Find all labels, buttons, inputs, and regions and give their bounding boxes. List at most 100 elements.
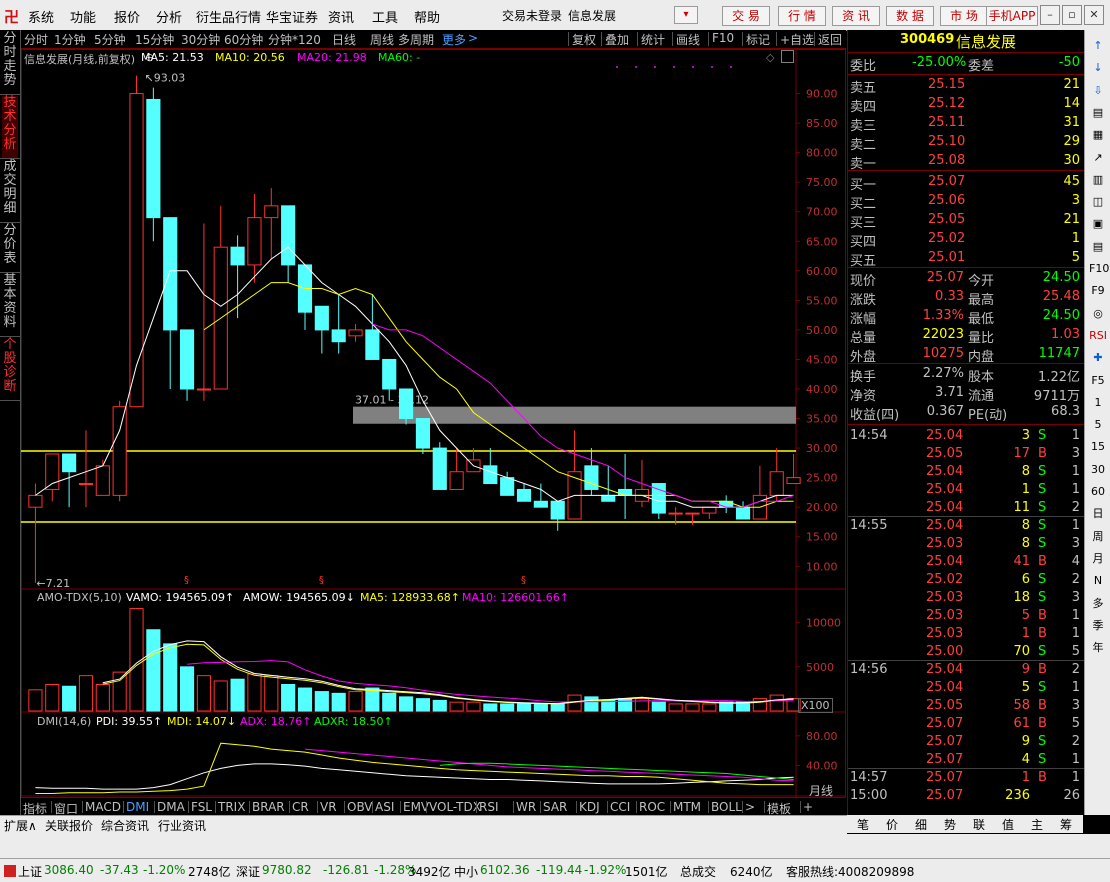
right-tool-9-icon[interactable]: ▤ [1089, 239, 1107, 255]
indicator-tab-13[interactable]: VOL-TDX [429, 800, 481, 814]
menu-item-2[interactable]: 报价 [114, 7, 140, 26]
period-0[interactable]: 分时 [24, 31, 48, 48]
right-tool-18-icon[interactable]: 15 [1089, 439, 1107, 455]
info-tab-0[interactable]: 扩展∧ [4, 817, 37, 834]
menu-item-7[interactable]: 工具 [372, 7, 398, 26]
minimize-icon[interactable]: – [1040, 5, 1060, 25]
right-tool-13-icon[interactable]: RSI [1089, 328, 1107, 344]
indicator-tab-3[interactable]: DMI [126, 800, 149, 814]
kline-chart[interactable]: 90.00 85.00 80.00 75.00 70.00 65.00 60.00 55.00… [21, 49, 846, 809]
buy-level-1[interactable]: 买二 25.06 3 [848, 192, 1084, 212]
indicator-tab-22[interactable]: > [745, 800, 755, 814]
indicator-tab-14[interactable]: RSI [479, 800, 499, 814]
right-tool-27-icon[interactable]: 年 [1089, 640, 1107, 656]
right-tool-6-icon[interactable]: ▥ [1089, 172, 1107, 188]
indicator-tab-15[interactable]: WR [516, 800, 536, 814]
right-tool-8-icon[interactable]: ▣ [1089, 216, 1107, 232]
right-tool-17-icon[interactable]: 5 [1089, 417, 1107, 433]
top-button-2[interactable]: 资 讯 [832, 6, 880, 26]
period-5[interactable]: 60分钟 [224, 31, 263, 48]
buy-level-3[interactable]: 买四 25.02 1 [848, 230, 1084, 250]
indicator-tab-24[interactable]: + [803, 800, 813, 814]
indicator-tab-16[interactable]: SAR [543, 800, 567, 814]
left-tab-0[interactable]: 分时走势 [2, 32, 18, 94]
right-tool-23-icon[interactable]: 月 [1089, 551, 1107, 567]
menu-item-0[interactable]: 系统 [28, 7, 54, 26]
right-tool-1-icon[interactable]: ↓ [1089, 60, 1107, 76]
menu-item-3[interactable]: 分析 [156, 7, 182, 26]
indicator-tab-4[interactable]: DMA [157, 800, 185, 814]
top-button-1[interactable]: 行 情 [778, 6, 826, 26]
close-icon[interactable]: ✕ [1084, 5, 1104, 25]
period-4[interactable]: 30分钟 [181, 31, 220, 48]
buy-level-0[interactable]: 买一 25.07 45 [848, 173, 1084, 193]
right-tool-16-icon[interactable]: 1 [1089, 395, 1107, 411]
buy-level-2[interactable]: 买三 25.05 21 [848, 211, 1084, 231]
right-tool-4-icon[interactable]: ▦ [1089, 127, 1107, 143]
right-tool-11-icon[interactable]: F9 [1089, 283, 1107, 299]
top-button-0[interactable]: 交 易 [722, 6, 770, 26]
left-tab-5[interactable]: 个股诊断 [2, 338, 18, 400]
tool-1[interactable]: 叠加 [605, 31, 629, 48]
right-tool-26-icon[interactable]: 季 [1089, 618, 1107, 634]
sell-level-1[interactable]: 卖四 25.12 14 [848, 95, 1084, 115]
menu-item-6[interactable]: 资讯 [328, 7, 354, 26]
indicator-tab-5[interactable]: FSL [191, 800, 212, 814]
tool-2[interactable]: 统计 [641, 31, 665, 48]
right-tool-15-icon[interactable]: F5 [1089, 373, 1107, 389]
period-3[interactable]: 15分钟 [135, 31, 174, 48]
quote-tab-2[interactable]: 细 [915, 816, 927, 833]
menu-item-5[interactable]: 华宝证券 [266, 7, 318, 26]
info-tab-3[interactable]: 行业资讯 [158, 817, 206, 834]
chart-expand-icon[interactable] [781, 50, 794, 63]
tool-6[interactable]: +自选 [780, 31, 814, 48]
tool-0[interactable]: 复权 [572, 31, 596, 48]
indicator-tab-21[interactable]: BOLL [711, 800, 742, 814]
quote-tab-3[interactable]: 势 [944, 816, 956, 833]
info-tab-2[interactable]: 综合资讯 [101, 817, 149, 834]
right-tool-7-icon[interactable]: ◫ [1089, 194, 1107, 210]
tool-5[interactable]: 标记 [746, 31, 770, 48]
right-tool-25-icon[interactable]: 多 [1089, 596, 1107, 612]
menu-item-1[interactable]: 功能 [70, 7, 96, 26]
quote-tab-4[interactable]: 联 [973, 816, 985, 833]
menu-item-4[interactable]: 衍生品行情 [196, 7, 261, 26]
sell-level-2[interactable]: 卖三 25.11 31 [848, 114, 1084, 134]
right-tool-21-icon[interactable]: 日 [1089, 506, 1107, 522]
right-tool-14-icon[interactable]: ✚ [1089, 350, 1107, 366]
period-7[interactable]: 日线 [332, 31, 356, 48]
menu-item-8[interactable]: 帮助 [414, 7, 440, 26]
indicator-tab-20[interactable]: MTM [673, 800, 701, 814]
tool-4[interactable]: F10 [712, 31, 734, 45]
left-tab-3[interactable]: 分价表 [2, 224, 18, 272]
sell-level-3[interactable]: 卖二 25.10 29 [848, 133, 1084, 153]
right-tool-0-icon[interactable]: ↑ [1089, 38, 1107, 54]
right-tool-19-icon[interactable]: 30 [1089, 462, 1107, 478]
info-tab-1[interactable]: 关联报价 [45, 817, 93, 834]
right-tool-3-icon[interactable]: ▤ [1089, 105, 1107, 121]
tool-3[interactable]: 画线 [676, 31, 700, 48]
quote-tab-7[interactable]: 筹 [1060, 816, 1072, 833]
period-6[interactable]: 分钟*120 [268, 31, 321, 48]
indicator-tab-18[interactable]: CCI [610, 800, 630, 814]
right-tool-22-icon[interactable]: 周 [1089, 529, 1107, 545]
period-1[interactable]: 1分钟 [54, 31, 86, 48]
indicator-tab-9[interactable]: VR [320, 800, 337, 814]
restore-icon[interactable]: ▫ [1062, 5, 1082, 25]
left-tab-2[interactable]: 成交明细 [2, 160, 18, 222]
right-tool-20-icon[interactable]: 60 [1089, 484, 1107, 500]
right-tool-5-icon[interactable]: ↗ [1089, 150, 1107, 166]
right-tool-24-icon[interactable]: N [1089, 573, 1107, 589]
indicator-tab-17[interactable]: KDJ [579, 800, 600, 814]
sell-level-0[interactable]: 卖五 25.15 21 [848, 76, 1084, 96]
right-tool-2-icon[interactable]: ⇩ [1089, 83, 1107, 99]
period-8[interactable]: 周线 [370, 31, 394, 48]
left-tab-4[interactable]: 基本资料 [2, 274, 18, 336]
indicator-tab-6[interactable]: TRIX [218, 800, 245, 814]
top-button-4[interactable]: 市 场 [940, 6, 988, 26]
right-tool-10-icon[interactable]: F10 [1089, 261, 1109, 277]
indicator-tab-2[interactable]: MACD [85, 800, 121, 814]
indicator-tab-11[interactable]: ASI [375, 800, 394, 814]
period-2[interactable]: 5分钟 [94, 31, 126, 48]
indicator-tab-10[interactable]: OBV [347, 800, 373, 814]
